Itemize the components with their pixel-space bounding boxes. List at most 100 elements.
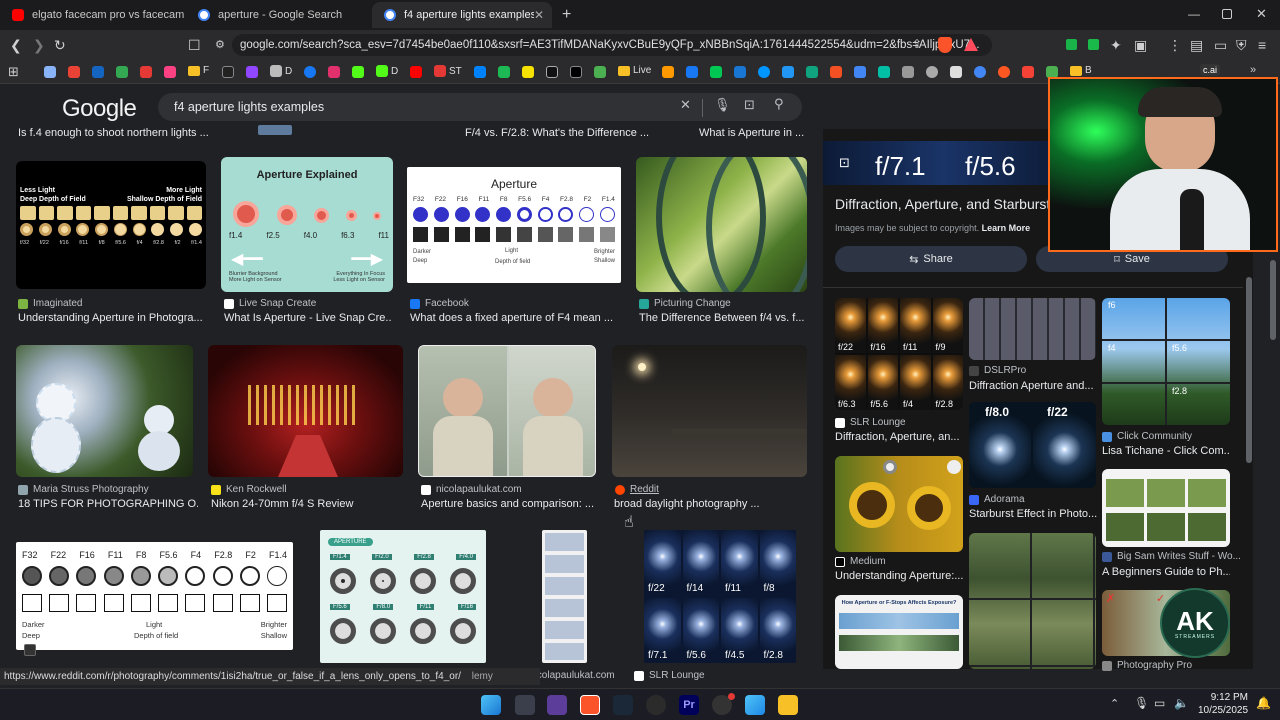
steam-icon[interactable] [613, 695, 633, 715]
result-title[interactable]: The Difference Between f/4 vs. f... [639, 312, 807, 324]
related-title[interactable]: A Beginners Guide to Ph... [1102, 566, 1230, 578]
bookmark-st[interactable]: ST [434, 65, 462, 77]
menu-icon[interactable]: ≡ [1258, 37, 1266, 53]
mic-icon[interactable]: 🎙 [1134, 696, 1149, 710]
result-title[interactable]: Nikon 24-70mm f/4 S Review [211, 498, 406, 510]
search-input[interactable]: f4 aperture lights examples [158, 93, 802, 121]
voice-search-icon[interactable]: 🎙 [714, 97, 731, 113]
brave-icon[interactable] [580, 695, 600, 715]
result-thumbnail[interactable] [208, 345, 403, 477]
shield-icon[interactable]: ⛨ [1236, 37, 1247, 54]
result-thumbnail[interactable]: Less Light Deep Depth of Field More Ligh… [16, 161, 206, 289]
bookmark-icon[interactable] [782, 66, 794, 78]
brave-shields-icon[interactable] [938, 37, 952, 53]
vpn-icon[interactable]: ▭ [1214, 37, 1227, 54]
lens-icon[interactable]: ⊡ [839, 155, 850, 171]
facebook-icon[interactable] [304, 66, 316, 78]
related-thumbnail[interactable] [1102, 469, 1230, 547]
bookmark-d2[interactable]: D [376, 65, 398, 77]
result-thumbnail[interactable]: f/22 f/14 f/11 f/8 f/7.1 f/5.6 f/4.5 f/2… [644, 530, 796, 663]
tab-f4-aperture[interactable]: f4 aperture lights examples - Goo ✕ [372, 2, 552, 28]
result-thumbnail[interactable]: APERTURE F/1.4 F/2.0 F/2.8 F/4.0 F/5.6 F/8.0… [320, 530, 486, 663]
app-icon[interactable] [646, 695, 666, 715]
result-source[interactable]: Maria Struss Photography [18, 484, 149, 495]
bookmark-icon[interactable] [878, 66, 890, 78]
address-bar[interactable]: google.com/search?sca_esv=7d7454be0ae0f1… [232, 34, 992, 56]
amazon-icon[interactable] [662, 66, 674, 78]
panel-scrollbar[interactable] [1246, 277, 1252, 463]
result-thumbnail[interactable]: Aperture F32 F22 F16 F11 F8 F5.6 F4 F2.8 F2 F1.4 … [407, 167, 621, 283]
start-icon[interactable] [481, 695, 501, 715]
back-icon[interactable]: ❮ [10, 37, 22, 54]
x-icon[interactable] [570, 66, 582, 78]
bookmark-icon[interactable] [902, 66, 914, 78]
bookmark-icon[interactable] [522, 66, 534, 78]
bookmark-icon[interactable]: ☐ [188, 37, 201, 54]
result-source[interactable]: SLR Lounge [634, 670, 705, 681]
preview-title[interactable]: Diffraction, Aperture, and Starburst [835, 196, 1050, 212]
result-thumbnail[interactable] [418, 345, 596, 477]
result-title[interactable]: 18 TIPS FOR PHOTOGRAPHING O... [18, 498, 198, 510]
bookmark-icon[interactable] [1022, 66, 1034, 78]
gmail-icon[interactable] [68, 66, 80, 78]
result-title[interactable]: What does a fixed aperture of F4 mean ..… [410, 312, 624, 324]
tiktok-icon[interactable] [546, 66, 558, 78]
page-scrollbar[interactable] [1270, 260, 1276, 340]
related-source[interactable]: Adorama [969, 494, 1025, 505]
maximize-icon[interactable] [1222, 9, 1232, 19]
close-tab-icon[interactable]: ✕ [534, 8, 544, 22]
related-thumbnail[interactable] [969, 533, 1096, 669]
forward-icon[interactable]: ❯ [33, 37, 45, 54]
related-title[interactable]: Starburst Effect in Photo... [969, 508, 1097, 520]
result-title[interactable]: Understanding Aperture in Photogra... [18, 312, 208, 324]
related-title[interactable]: Diffraction Aperture and... [969, 380, 1097, 392]
bookmark-icon[interactable] [686, 66, 698, 78]
result-source[interactable]: Reddit [615, 484, 659, 495]
extension-icon[interactable] [1066, 39, 1077, 50]
tab-youtube[interactable]: elgato facecam pro vs facecam 4k - Y [0, 2, 186, 28]
result-title[interactable]: Aperture basics and comparison: ... [421, 498, 601, 510]
bookmark-icon[interactable] [164, 66, 176, 78]
bookmark-icon[interactable] [950, 66, 962, 78]
result-caption[interactable]: Is f.4 enough to shoot northern lights .… [18, 127, 209, 139]
meta-icon[interactable] [474, 66, 486, 78]
bookmark-icon[interactable] [710, 66, 722, 78]
bookmark-d[interactable]: D [270, 65, 292, 77]
result-source[interactable]: Imaginated [18, 298, 82, 309]
related-title[interactable]: Lisa Tichane - Click Com... [1102, 445, 1230, 457]
result-thumbnail[interactable] [636, 157, 807, 292]
result-thumbnail[interactable]: Aperture Explained f1.4 f2.5 f4.0 f6.3 f11 ◀… [221, 157, 393, 292]
result-title[interactable]: broad daylight photography ... [614, 498, 809, 510]
bookmark-icon[interactable] [734, 66, 746, 78]
bookmark-icon[interactable] [854, 66, 866, 78]
preview-image[interactable]: ⊡ f/7.1 f/5.6 [823, 141, 1063, 185]
result-source[interactable]: Ken Rockwell [211, 484, 287, 495]
bookmark-folder-f[interactable]: F [188, 65, 209, 76]
result-thumbnail[interactable] [612, 345, 807, 477]
result-caption[interactable]: F/4 vs. F/2.8: What's the Difference ... [465, 127, 649, 139]
related-thumbnail[interactable] [835, 456, 963, 552]
app-icon[interactable] [547, 695, 567, 715]
related-title[interactable]: Diffraction, Aperture, an... [835, 431, 963, 443]
result-thumbnail[interactable]: F32 F22 F16 F11 F8 F5.6 F4 F2.8 F2 F1.4 Darker De… [16, 542, 293, 650]
bookmark-icon[interactable] [758, 66, 770, 78]
related-thumbnail[interactable]: How Aperture or F-Stops Affects Exposure… [835, 595, 963, 669]
related-source[interactable]: DSLRPro [969, 365, 1026, 376]
related-source[interactable]: SLR Lounge [835, 417, 906, 428]
bookmark-cai[interactable]: c.ai [1200, 64, 1221, 76]
share-page-icon[interactable]: ⇪ [912, 37, 922, 51]
site-info-icon[interactable]: ⚙ [215, 38, 225, 51]
related-thumbnail[interactable]: f/22 f/16 f/11 f/9 f/6.3 f/5.6 f/4 f/2.8 [835, 298, 963, 410]
google-logo[interactable]: Google [62, 95, 137, 123]
twitch-icon[interactable] [246, 66, 258, 78]
extensions-puzzle-icon[interactable]: ✦ [1110, 37, 1122, 54]
result-thumbnail[interactable] [16, 345, 193, 477]
bookmark-icon[interactable] [998, 66, 1010, 78]
file-explorer-icon[interactable] [778, 695, 798, 715]
bookmark-icon[interactable] [594, 66, 606, 78]
bookmark-icon[interactable] [974, 66, 986, 78]
bookmark-icon[interactable] [116, 66, 128, 78]
minimize-icon[interactable]: — [1188, 7, 1200, 21]
result-caption[interactable]: What is Aperture in ... [699, 127, 804, 139]
related-title[interactable]: Understanding Aperture:... [835, 570, 963, 582]
